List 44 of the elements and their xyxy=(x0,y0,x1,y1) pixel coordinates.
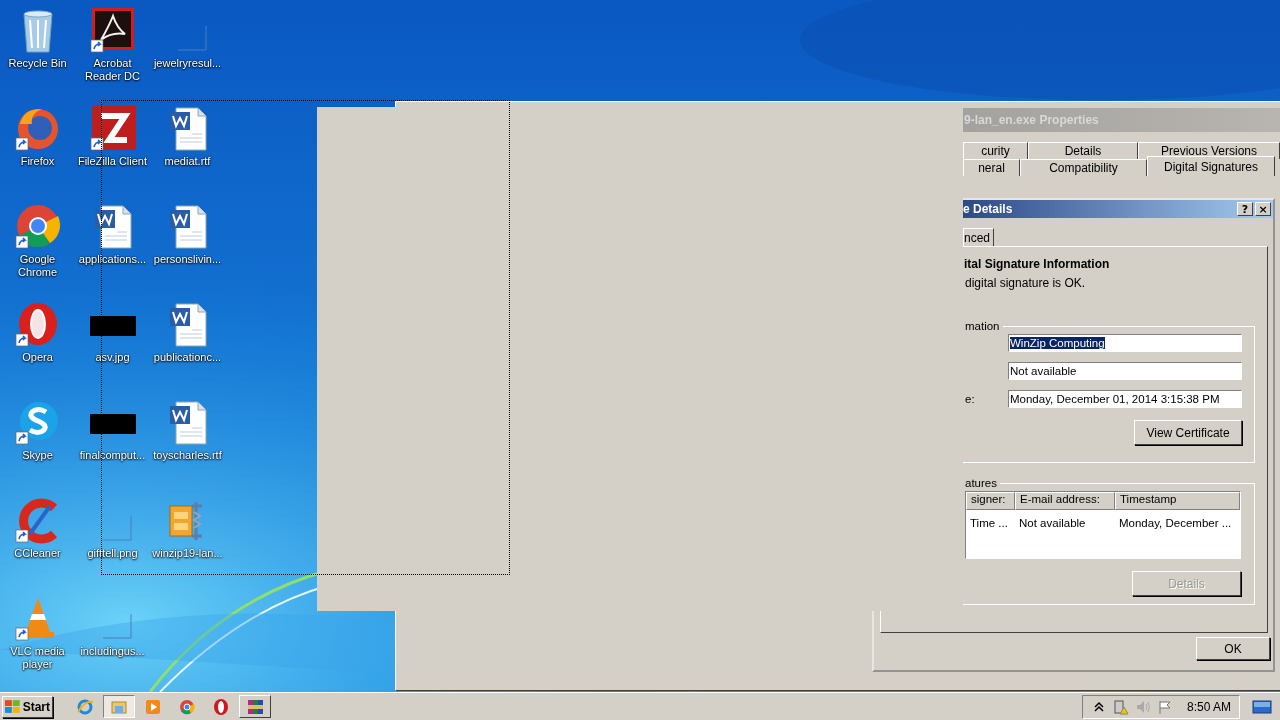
tab[interactable]: nced xyxy=(963,228,995,246)
close-button[interactable]: × xyxy=(1255,202,1271,216)
group-label: mation xyxy=(964,320,1001,332)
field-label: e: xyxy=(965,393,976,405)
table-cell-text: Monday, December ... xyxy=(1118,516,1233,529)
text-field[interactable]: Monday, December 01, 2014 3:15:38 PM xyxy=(1008,390,1242,408)
icon-label[interactable]: publicationc... xyxy=(153,351,222,364)
dialog-title: e Details xyxy=(963,202,1014,216)
status-text: digital signature is OK. xyxy=(965,276,1087,290)
table-cell-text: Not available xyxy=(1018,516,1087,529)
column-header[interactable]: E-mail address: xyxy=(1015,492,1115,510)
icon-label[interactable]: personslivin... xyxy=(153,253,222,266)
tab[interactable]: Details xyxy=(1028,142,1138,159)
icon-label[interactable]: applications... xyxy=(78,253,147,266)
tab[interactable]: curity xyxy=(963,142,1028,159)
section-heading: ital Signature Information xyxy=(964,257,1111,271)
icon-label[interactable]: FileZilla Client xyxy=(77,155,148,168)
icon-label[interactable]: Firefox xyxy=(20,155,55,168)
text-field[interactable]: Not available xyxy=(1008,362,1242,380)
show-desktop-icon[interactable] xyxy=(1252,698,1272,715)
clock[interactable]: 8:50 AM xyxy=(1186,699,1231,714)
icon-label[interactable]: Recycle Bin xyxy=(8,57,67,70)
column-header[interactable]: Timestamp xyxy=(1115,492,1240,510)
icon-label[interactable]: mediat.rtf xyxy=(164,155,211,168)
tab[interactable]: Compatibility xyxy=(1020,159,1147,176)
icon-label[interactable]: Google Chrome xyxy=(0,253,75,279)
app-icon[interactable] xyxy=(88,104,137,152)
table-cell-text: Time ... xyxy=(969,516,1009,529)
column-header[interactable]: signer: xyxy=(966,492,1015,510)
app-icon[interactable] xyxy=(88,6,137,54)
view-certificate-button[interactable]: View Certificate xyxy=(1134,420,1242,445)
help-button[interactable]: ? xyxy=(1237,202,1253,216)
icon-label[interactable]: asv.jpg xyxy=(95,351,130,364)
tab[interactable]: Digital Signatures xyxy=(1147,156,1275,176)
tab[interactable]: neral xyxy=(963,159,1020,176)
windows-logo-icon xyxy=(5,699,21,714)
icon-label[interactable]: jewelryresul... xyxy=(153,57,222,70)
text-field[interactable]: WinZip Computing xyxy=(1008,334,1242,352)
start-button[interactable]: Start xyxy=(2,695,53,718)
flag-icon[interactable] xyxy=(1156,698,1173,715)
icon-label[interactable]: Opera xyxy=(22,351,53,364)
group-label: atures xyxy=(964,477,998,489)
ok-button[interactable]: OK xyxy=(1196,637,1270,660)
icon-label[interactable]: Acrobat Reader DC xyxy=(75,57,150,83)
